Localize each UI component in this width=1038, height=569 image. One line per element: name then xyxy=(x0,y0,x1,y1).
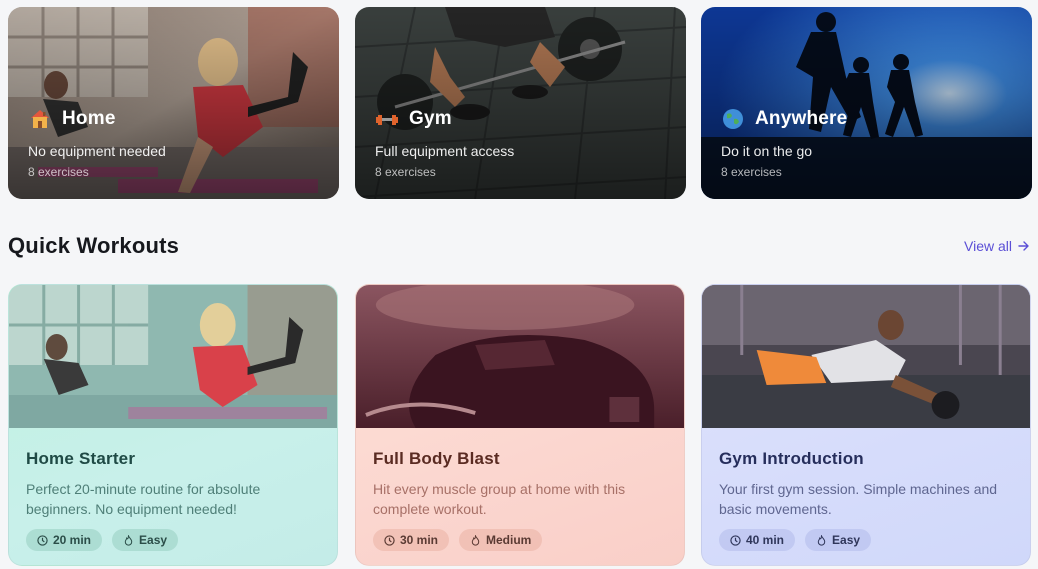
difficulty-badge: Medium xyxy=(459,529,543,551)
flame-icon xyxy=(471,534,480,546)
clock-icon xyxy=(37,534,48,546)
full-body-blast-photo xyxy=(356,285,684,428)
workout-description: Your first gym session. Simple machines … xyxy=(719,481,998,517)
home-starter-photo xyxy=(9,285,337,428)
duration-badge: 30 min xyxy=(373,529,450,551)
category-title: Home xyxy=(62,108,116,129)
category-subtitle: No equipment needed xyxy=(28,143,166,159)
category-row: Home No equipment needed 8 exercises Gym… xyxy=(8,7,1032,199)
category-count: 8 exercises xyxy=(375,165,436,179)
flame-icon xyxy=(124,534,133,546)
category-title: Anywhere xyxy=(755,108,848,129)
difficulty-badge: Easy xyxy=(112,529,179,551)
gym-introduction-photo xyxy=(702,285,1030,428)
house-icon xyxy=(28,107,52,131)
difficulty-label: Medium xyxy=(486,533,532,547)
view-all-link[interactable]: View all xyxy=(964,238,1030,254)
duration-badge: 40 min xyxy=(719,529,796,551)
dumbbell-icon xyxy=(375,107,399,131)
category-card-home[interactable]: Home No equipment needed 8 exercises xyxy=(8,7,339,199)
category-title: Gym xyxy=(409,108,452,129)
category-card-gym[interactable]: Gym Full equipment access 8 exercises xyxy=(355,7,686,199)
clock-icon xyxy=(384,534,395,546)
workout-title: Full Body Blast xyxy=(373,449,500,468)
duration-label: 20 min xyxy=(53,533,92,547)
category-count: 8 exercises xyxy=(721,165,782,179)
duration-label: 30 min xyxy=(400,533,439,547)
workout-card-full-body-blast[interactable]: Full Body Blast Hit every muscle group a… xyxy=(355,284,685,566)
workout-description: Hit every muscle group at home with this… xyxy=(373,481,626,517)
category-subtitle: Do it on the go xyxy=(721,143,813,159)
workout-card-gym-introduction[interactable]: Gym Introduction Your first gym session.… xyxy=(701,284,1031,566)
difficulty-badge: Easy xyxy=(805,529,872,551)
arrow-right-icon xyxy=(1018,241,1029,251)
category-subtitle: Full equipment access xyxy=(375,143,515,159)
flame-icon xyxy=(817,534,826,546)
workout-title: Gym Introduction xyxy=(719,449,864,468)
difficulty-label: Easy xyxy=(139,533,168,547)
section-title: Quick Workouts xyxy=(8,233,180,258)
clock-icon xyxy=(730,534,741,546)
category-count: 8 exercises xyxy=(28,165,89,179)
workout-card-home-starter[interactable]: Home Starter Perfect 20-minute routine f… xyxy=(8,284,338,566)
difficulty-label: Easy xyxy=(832,533,861,547)
duration-label: 40 min xyxy=(746,533,785,547)
view-all-label: View all xyxy=(964,238,1012,254)
workout-description: Perfect 20-minute routine for absolute b… xyxy=(26,481,261,517)
duration-badge: 20 min xyxy=(26,529,103,551)
workout-dashboard: Home No equipment needed 8 exercises Gym… xyxy=(0,0,1038,569)
globe-icon xyxy=(721,107,745,131)
category-card-anywhere[interactable]: Anywhere Do it on the go 8 exercises xyxy=(701,7,1032,199)
workout-title: Home Starter xyxy=(26,449,136,468)
